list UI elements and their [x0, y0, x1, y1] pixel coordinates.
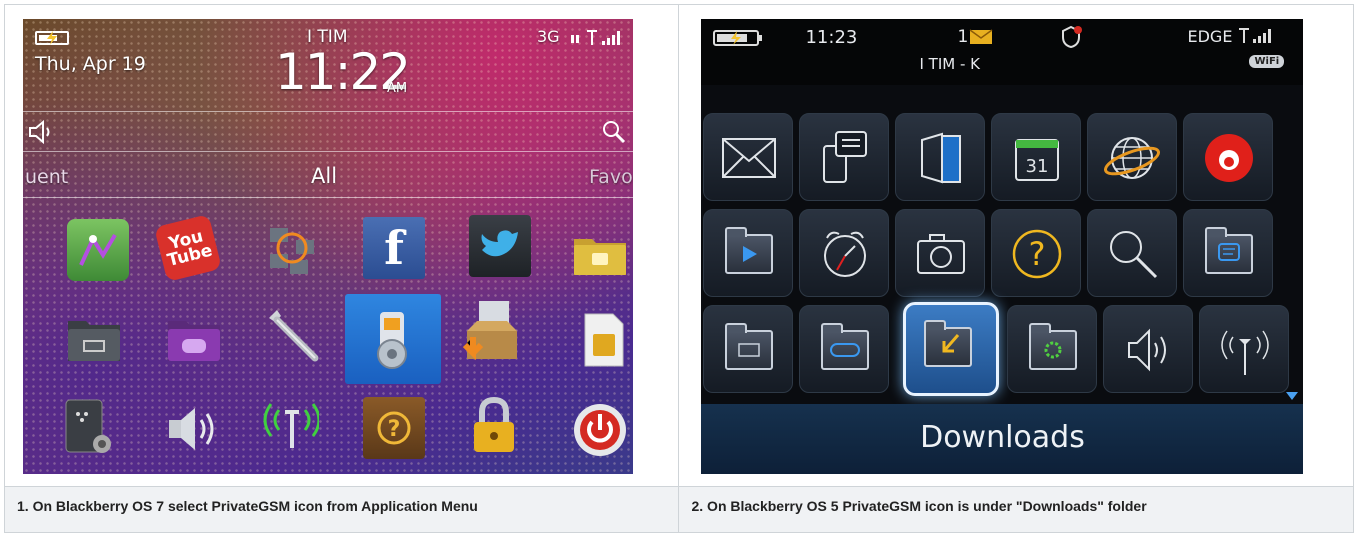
selected-app-label-bar: Downloads [701, 404, 1304, 474]
games-folder-icon[interactable] [799, 305, 890, 393]
games-folder-icon[interactable] [163, 309, 225, 371]
clock-time: 11:23 [805, 27, 858, 48]
settings-folder-icon[interactable] [1007, 305, 1098, 393]
youtube-icon[interactable]: You Tube [154, 214, 222, 282]
facebook-icon[interactable]: f [363, 217, 425, 279]
network-label: EDGE [1187, 27, 1233, 46]
maps-icon[interactable] [67, 219, 129, 281]
caption-os7: 1. On Blackberry OS 7 select PrivateGSM … [3, 486, 680, 533]
message-count: 1 [957, 27, 969, 47]
vodafone-icon[interactable] [1183, 113, 1274, 201]
calendar-day: 31 [1026, 156, 1049, 177]
wrench-icon[interactable] [259, 307, 321, 369]
antenna-icon[interactable] [1199, 305, 1290, 393]
sim-card-icon[interactable] [573, 309, 633, 371]
camera-icon[interactable] [895, 209, 986, 297]
search-icon[interactable] [1087, 209, 1178, 297]
security-icon [1062, 25, 1083, 49]
tab-frequent[interactable]: uent [25, 166, 68, 188]
screenshot-cell-os7: I TIM 3G Thu, Apr 19 11:22 AM uent All F… [3, 4, 680, 487]
date-label: Thu, Apr 19 [35, 53, 146, 75]
clock-icon[interactable] [799, 209, 890, 297]
carrier-label: I TIM - K [919, 55, 980, 73]
signal-icon [571, 30, 620, 45]
lock-icon[interactable] [463, 395, 525, 457]
clock-ampm: AM [387, 81, 408, 96]
twitter-icon[interactable] [469, 215, 531, 277]
wifi-icon[interactable] [257, 393, 319, 455]
mail-icon[interactable] [703, 113, 794, 201]
speaker-icon[interactable] [1103, 305, 1194, 393]
app-installer-icon[interactable] [457, 301, 519, 363]
scroll-down-indicator[interactable] [1285, 391, 1299, 401]
battery-icon [713, 30, 763, 46]
svg-text:?: ? [388, 417, 401, 442]
social-feeds-icon[interactable] [261, 219, 323, 281]
speaker-icon[interactable] [159, 399, 221, 461]
blackberry-options-icon[interactable] [57, 397, 119, 459]
sound-icon[interactable] [27, 119, 57, 145]
messenger-icon[interactable] [799, 113, 890, 201]
instruction-table: I TIM 3G Thu, Apr 19 11:22 AM uent All F… [3, 4, 1354, 533]
folder-icon[interactable] [703, 305, 794, 393]
search-icon[interactable] [601, 119, 627, 145]
screenshot-cell-os5: 11:23 1 I TIM - K EDGE WiFi 31 ? Downloa… [678, 4, 1354, 487]
charging-icon [47, 31, 57, 45]
help-icon[interactable]: ? [991, 209, 1082, 297]
calendar-icon[interactable]: 31 [991, 113, 1082, 201]
page: I TIM 3G Thu, Apr 19 11:22 AM uent All F… [0, 0, 1356, 533]
youtube-text: You Tube [154, 214, 222, 282]
network-label: 3G [537, 27, 560, 46]
envelope-icon [970, 29, 993, 44]
browser-icon[interactable] [1087, 113, 1178, 201]
caption-os5: 2. On Blackberry OS 5 PrivateGSM icon is… [678, 486, 1354, 533]
tab-favorites[interactable]: Favo [589, 166, 633, 188]
svg-text:?: ? [1029, 235, 1046, 273]
privategsm-icon[interactable] [361, 309, 423, 371]
contacts-icon[interactable] [895, 113, 986, 201]
os5-screen: 11:23 1 I TIM - K EDGE WiFi 31 ? Downloa… [701, 19, 1304, 474]
signal-icon [1239, 28, 1272, 43]
wifi-badge: WiFi [1249, 55, 1285, 68]
tab-all[interactable]: All [311, 164, 337, 188]
os7-screen: I TIM 3G Thu, Apr 19 11:22 AM uent All F… [23, 19, 633, 474]
messages-folder-icon[interactable] [1183, 209, 1274, 297]
folder-icon[interactable] [63, 309, 125, 371]
messages-folder-icon[interactable] [569, 225, 631, 287]
help-icon[interactable]: ? [363, 397, 425, 459]
selected-app-label: Downloads [920, 420, 1085, 455]
media-folder-icon[interactable] [703, 209, 794, 297]
power-icon[interactable] [569, 399, 631, 461]
downloads-folder-icon[interactable] [903, 302, 1000, 396]
